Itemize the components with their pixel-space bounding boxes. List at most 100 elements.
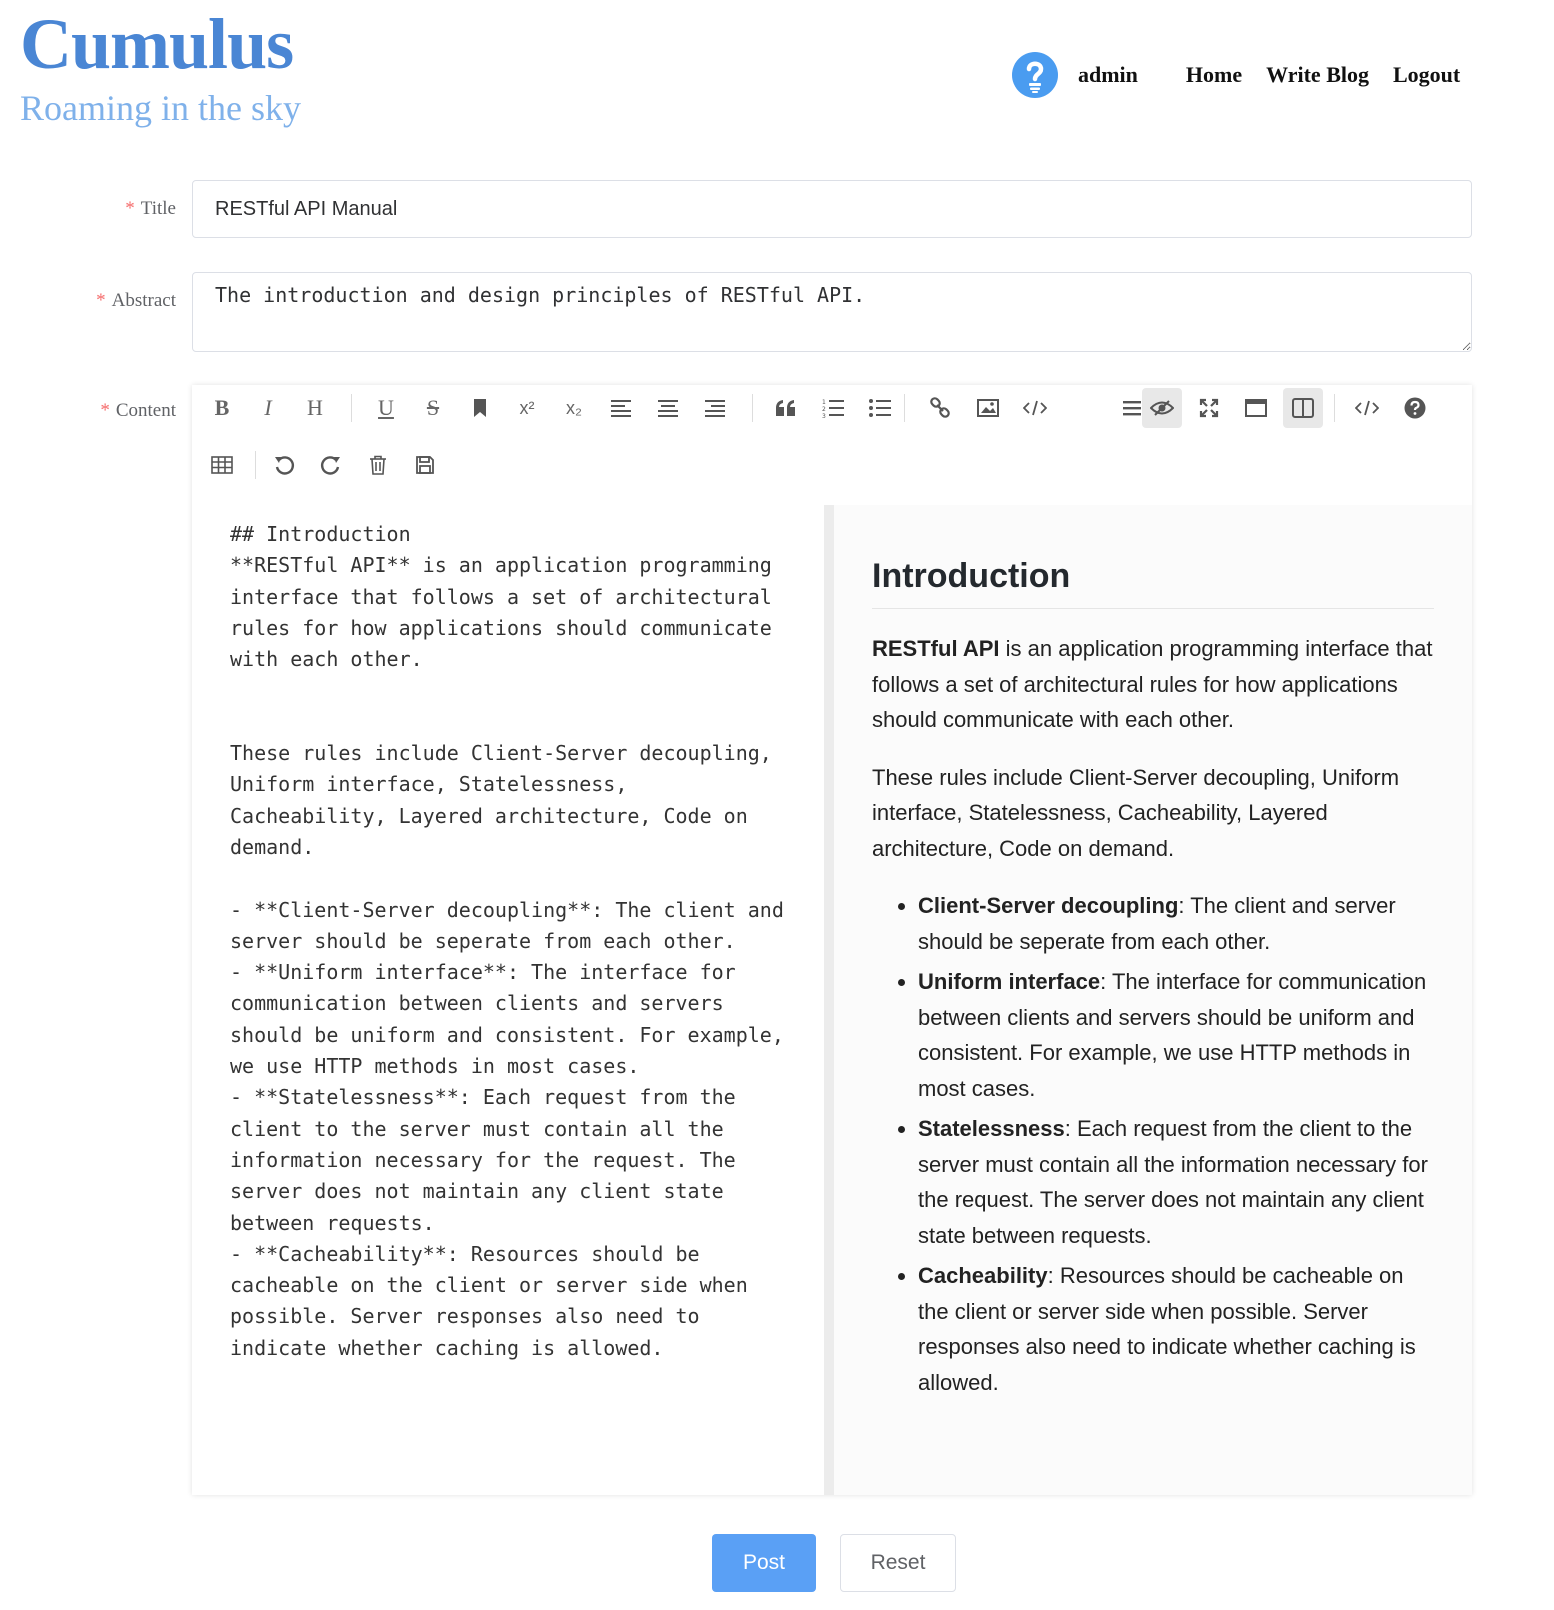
underline-button[interactable]: U bbox=[366, 388, 406, 428]
preview-list: Client-Server decoupling: The client and… bbox=[872, 888, 1434, 1400]
fullscreen-button[interactable] bbox=[1189, 388, 1229, 428]
unordered-list-button[interactable] bbox=[860, 388, 900, 428]
svg-text:2: 2 bbox=[822, 406, 826, 413]
align-right-button[interactable] bbox=[695, 388, 735, 428]
brand: Cumulus Roaming in the sky bbox=[20, 8, 301, 126]
align-left-button[interactable] bbox=[601, 388, 641, 428]
superscript-button[interactable]: x² bbox=[507, 388, 547, 428]
site-title[interactable]: Cumulus bbox=[20, 8, 301, 80]
ordered-list-button[interactable]: 123 bbox=[813, 388, 853, 428]
align-left-icon bbox=[611, 400, 631, 417]
code-button[interactable] bbox=[1015, 388, 1055, 428]
save-button[interactable] bbox=[405, 445, 445, 485]
link-icon bbox=[930, 397, 950, 418]
editor-toolbar: B I H U S x² x₂ 123 bbox=[192, 385, 1472, 505]
help-button[interactable] bbox=[1395, 388, 1435, 428]
undo-button[interactable] bbox=[264, 445, 304, 485]
strikethrough-button[interactable]: S bbox=[413, 388, 453, 428]
preview-paragraph: These rules include Client-Server decoup… bbox=[872, 764, 1400, 861]
markdown-source-pane[interactable]: ## Introduction **RESTful API** is an ap… bbox=[192, 505, 824, 1495]
avatar[interactable] bbox=[1012, 52, 1058, 98]
top-nav: admin Home Write Blog Logout bbox=[1012, 50, 1484, 100]
table-button[interactable] bbox=[202, 445, 242, 485]
required-mark: * bbox=[125, 198, 135, 219]
preview-heading: Introduction bbox=[872, 557, 1434, 609]
quote-button[interactable] bbox=[766, 388, 806, 428]
italic-button[interactable]: I bbox=[248, 388, 288, 428]
markdown-source-text[interactable]: ## Introduction **RESTful API** is an ap… bbox=[192, 505, 824, 1378]
title-input[interactable] bbox=[192, 180, 1472, 238]
mark-button[interactable] bbox=[460, 388, 500, 428]
table-icon bbox=[211, 456, 233, 474]
eye-slash-icon bbox=[1150, 400, 1174, 416]
preview-paragraph: RESTful API is an application programmin… bbox=[872, 631, 1434, 738]
preview-bold-term: RESTful API bbox=[872, 636, 1000, 661]
preview-list-item: Cacheability: Resources should be cachea… bbox=[918, 1258, 1434, 1400]
save-icon bbox=[416, 456, 434, 474]
pane-divider bbox=[824, 505, 834, 1495]
toolbar-separator bbox=[255, 451, 256, 479]
preview-list-item: Statelessness: Each request from the cli… bbox=[918, 1111, 1434, 1253]
link-button[interactable] bbox=[920, 388, 960, 428]
align-center-button[interactable] bbox=[648, 388, 688, 428]
toolbar-separator bbox=[1334, 394, 1335, 422]
image-button[interactable] bbox=[968, 388, 1008, 428]
preview-toggle-button[interactable] bbox=[1142, 388, 1182, 428]
nav-home-link[interactable]: Home bbox=[1186, 62, 1242, 88]
code-icon bbox=[1355, 400, 1379, 416]
ordered-list-icon: 123 bbox=[822, 399, 844, 418]
question-bulb-icon bbox=[1026, 61, 1044, 93]
toolbar-separator bbox=[904, 394, 905, 422]
heading-button[interactable]: H bbox=[295, 388, 335, 428]
quote-icon bbox=[776, 400, 795, 416]
redo-button[interactable] bbox=[311, 445, 351, 485]
html-code-button[interactable] bbox=[1347, 388, 1387, 428]
post-button[interactable]: Post bbox=[712, 1534, 816, 1592]
abstract-textarea[interactable]: The introduction and design principles o… bbox=[192, 272, 1472, 352]
window-maximize-button[interactable] bbox=[1236, 388, 1276, 428]
toolbar-separator bbox=[351, 394, 352, 422]
content-label: * Content bbox=[100, 400, 176, 422]
clear-button[interactable] bbox=[358, 445, 398, 485]
expand-icon bbox=[1199, 398, 1219, 418]
content-label-text: Content bbox=[115, 400, 176, 421]
preview-list-item: Uniform interface: The interface for com… bbox=[918, 964, 1434, 1106]
trash-icon bbox=[370, 455, 386, 475]
reset-button[interactable]: Reset bbox=[840, 1534, 956, 1592]
title-label: * Title bbox=[125, 198, 176, 220]
list-item-term: Client-Server decoupling bbox=[918, 893, 1179, 918]
nav-logout-link[interactable]: Logout bbox=[1393, 62, 1460, 88]
columns-icon bbox=[1292, 398, 1314, 418]
align-center-icon bbox=[658, 400, 678, 417]
align-right-icon bbox=[705, 400, 725, 417]
title-label-text: Title bbox=[140, 198, 176, 219]
toolbar-separator bbox=[752, 394, 753, 422]
svg-text:3: 3 bbox=[822, 413, 826, 418]
window-icon bbox=[1245, 399, 1267, 417]
required-mark: * bbox=[96, 290, 106, 311]
menu-icon bbox=[1123, 401, 1141, 416]
preview-list-item: Client-Server decoupling: The client and… bbox=[918, 888, 1434, 959]
bookmark-icon bbox=[474, 399, 486, 417]
svg-text:1: 1 bbox=[822, 399, 826, 406]
nav-username[interactable]: admin bbox=[1078, 62, 1138, 88]
rendered-preview: Introduction RESTful API is an applicati… bbox=[834, 557, 1472, 1400]
required-mark: * bbox=[100, 400, 110, 421]
site-subtitle: Roaming in the sky bbox=[20, 88, 301, 128]
list-item-term: Cacheability bbox=[918, 1263, 1048, 1288]
split-view-button[interactable] bbox=[1283, 388, 1323, 428]
unordered-list-icon bbox=[869, 399, 891, 417]
abstract-label-text: Abstract bbox=[111, 290, 176, 311]
list-item-term: Uniform interface bbox=[918, 969, 1101, 994]
nav-write-blog-link[interactable]: Write Blog bbox=[1266, 62, 1369, 88]
help-circle-icon bbox=[1404, 397, 1426, 419]
subscript-button[interactable]: x₂ bbox=[554, 388, 594, 428]
undo-icon bbox=[275, 456, 294, 475]
code-icon bbox=[1023, 400, 1047, 416]
bold-button[interactable]: B bbox=[202, 388, 242, 428]
image-icon bbox=[977, 399, 999, 417]
abstract-label: * Abstract bbox=[96, 290, 176, 312]
list-item-term: Statelessness bbox=[918, 1116, 1065, 1141]
preview-pane: Introduction RESTful API is an applicati… bbox=[834, 505, 1472, 1495]
redo-icon bbox=[321, 456, 340, 475]
